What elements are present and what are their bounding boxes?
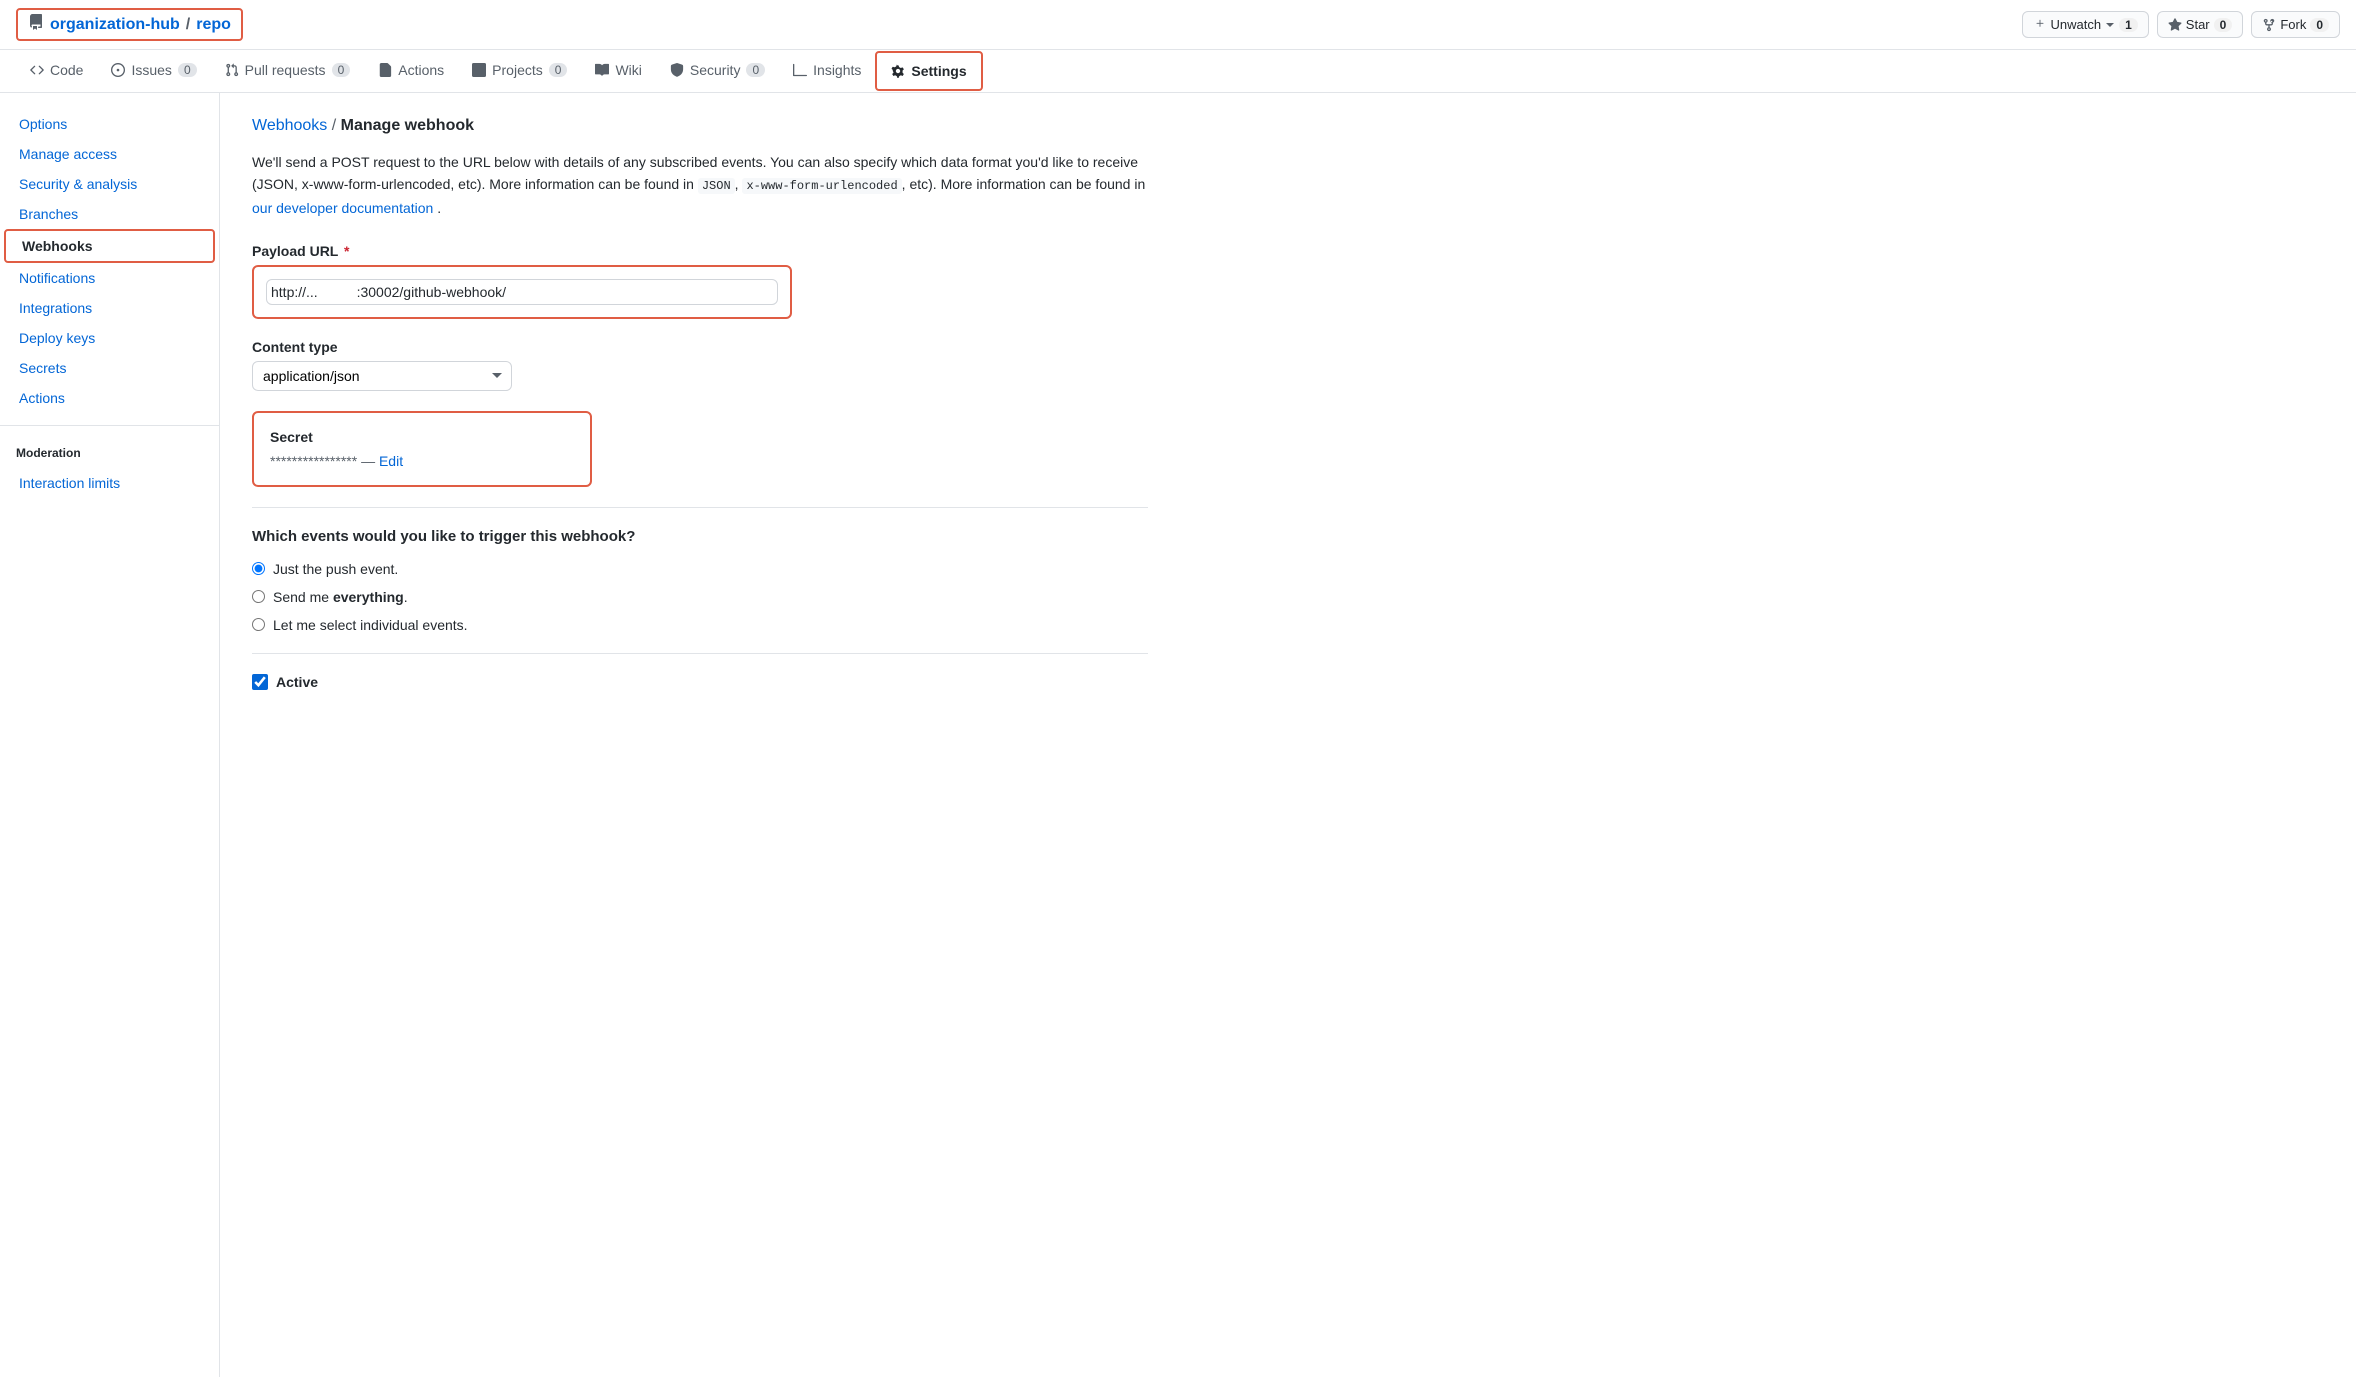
radio-individual-label: Let me select individual events. xyxy=(273,617,468,633)
developer-docs-link[interactable]: our developer documentation xyxy=(252,200,433,216)
repo-org: organization-hub xyxy=(50,16,180,34)
sidebar-item-manage-access[interactable]: Manage access xyxy=(0,139,219,169)
tab-security[interactable]: Security 0 xyxy=(656,50,779,92)
repo-sep: / xyxy=(186,16,190,34)
secret-edit-link[interactable]: Edit xyxy=(379,453,403,469)
secret-value: **************** — Edit xyxy=(270,453,574,469)
sidebar-item-options[interactable]: Options xyxy=(0,109,219,139)
tab-security-label: Security xyxy=(690,62,741,78)
star-button[interactable]: Star 0 xyxy=(2157,11,2244,38)
radio-individual-input[interactable] xyxy=(252,618,265,631)
content-type-group: Content type application/json applicatio… xyxy=(252,339,1148,391)
radio-group: Just the push event. Send me everything.… xyxy=(252,561,1148,633)
required-star: * xyxy=(344,243,349,259)
radio-send-everything[interactable]: Send me everything. xyxy=(252,589,1148,605)
tab-projects-label: Projects xyxy=(492,62,543,78)
radio-everything-input[interactable] xyxy=(252,590,265,603)
description-code-json: JSON xyxy=(698,178,735,194)
tab-issues-label: Issues xyxy=(131,62,171,78)
sidebar-moderation-section: Moderation Interaction limits xyxy=(0,438,219,498)
main-layout: Options Manage access Security & analysi… xyxy=(0,93,2356,1377)
star-label: Star xyxy=(2186,17,2210,32)
tab-pr-count: 0 xyxy=(332,63,351,77)
sidebar-moderation-title: Moderation xyxy=(0,438,219,468)
fork-count: 0 xyxy=(2310,18,2329,32)
nav-tabs: Code Issues 0 Pull requests 0 Actions Pr… xyxy=(0,50,2356,93)
events-title: Which events would you like to trigger t… xyxy=(252,528,1148,545)
tab-wiki[interactable]: Wiki xyxy=(581,50,655,92)
topbar: organization-hub / repo Unwatch 1 Star 0… xyxy=(0,0,2356,50)
sidebar: Options Manage access Security & analysi… xyxy=(0,93,220,1377)
tab-projects[interactable]: Projects 0 xyxy=(458,50,581,92)
sidebar-main-section: Options Manage access Security & analysi… xyxy=(0,109,219,413)
secret-box: Secret **************** — Edit xyxy=(252,411,592,487)
radio-everything-label: Send me everything. xyxy=(273,589,408,605)
sidebar-item-secrets[interactable]: Secrets xyxy=(0,353,219,383)
topbar-left: organization-hub / repo xyxy=(16,8,243,41)
tab-code[interactable]: Code xyxy=(16,50,97,92)
unwatch-label: Unwatch xyxy=(2051,17,2102,32)
tab-insights-label: Insights xyxy=(813,62,861,78)
tab-issues[interactable]: Issues 0 xyxy=(97,50,210,92)
section-divider-2 xyxy=(252,653,1148,654)
secret-dots: **************** xyxy=(270,453,357,469)
breadcrumb-webhooks-link[interactable]: Webhooks xyxy=(252,117,327,134)
tab-pull-requests[interactable]: Pull requests 0 xyxy=(211,50,365,92)
star-count: 0 xyxy=(2214,18,2233,32)
payload-url-input[interactable] xyxy=(266,279,778,305)
tab-pr-label: Pull requests xyxy=(245,62,326,78)
tab-issues-count: 0 xyxy=(178,63,197,77)
tab-settings-label: Settings xyxy=(911,63,966,79)
breadcrumb: Webhooks / Manage webhook xyxy=(252,117,1148,135)
tab-settings[interactable]: Settings xyxy=(875,51,982,91)
tab-projects-count: 0 xyxy=(549,63,568,77)
section-divider xyxy=(252,507,1148,508)
unwatch-count: 1 xyxy=(2119,18,2138,32)
radio-just-push[interactable]: Just the push event. xyxy=(252,561,1148,577)
sidebar-item-webhooks[interactable]: Webhooks xyxy=(4,229,215,263)
active-section: Active xyxy=(252,674,1148,690)
tab-wiki-label: Wiki xyxy=(615,62,641,78)
topbar-actions: Unwatch 1 Star 0 Fork 0 xyxy=(2022,11,2340,38)
breadcrumb-sep: / xyxy=(332,117,341,134)
sidebar-item-branches[interactable]: Branches xyxy=(0,199,219,229)
tab-code-label: Code xyxy=(50,62,83,78)
description-period: . xyxy=(437,200,441,216)
fork-button[interactable]: Fork 0 xyxy=(2251,11,2340,38)
radio-individual[interactable]: Let me select individual events. xyxy=(252,617,1148,633)
sidebar-item-notifications[interactable]: Notifications xyxy=(0,263,219,293)
repo-breadcrumb[interactable]: organization-hub / repo xyxy=(16,8,243,41)
content-type-select[interactable]: application/json application/x-www-form-… xyxy=(252,361,512,391)
payload-url-label: Payload URL * xyxy=(252,243,1148,259)
breadcrumb-current: Manage webhook xyxy=(341,117,474,134)
secret-dash: — xyxy=(361,453,379,469)
description-code-urlencoded: x-www-form-urlencoded xyxy=(742,178,901,194)
repo-name: repo xyxy=(196,16,231,34)
radio-just-push-input[interactable] xyxy=(252,562,265,575)
tab-insights[interactable]: Insights xyxy=(779,50,875,92)
sidebar-item-integrations[interactable]: Integrations xyxy=(0,293,219,323)
sidebar-item-actions[interactable]: Actions xyxy=(0,383,219,413)
secret-label: Secret xyxy=(270,429,574,445)
tab-security-count: 0 xyxy=(746,63,765,77)
description-text: We'll send a POST request to the URL bel… xyxy=(252,151,1148,219)
sidebar-item-deploy-keys[interactable]: Deploy keys xyxy=(0,323,219,353)
tab-actions-label: Actions xyxy=(398,62,444,78)
tab-actions[interactable]: Actions xyxy=(364,50,458,92)
active-checkbox[interactable] xyxy=(252,674,268,690)
description-etc: etc). More information can be found in xyxy=(909,176,1145,192)
sidebar-divider xyxy=(0,425,219,426)
main-content: Webhooks / Manage webhook We'll send a P… xyxy=(220,93,1180,1377)
sidebar-item-security-analysis[interactable]: Security & analysis xyxy=(0,169,219,199)
unwatch-button[interactable]: Unwatch 1 xyxy=(2022,11,2149,38)
active-label: Active xyxy=(276,674,318,690)
repo-icon xyxy=(28,14,44,35)
payload-url-box xyxy=(252,265,792,319)
radio-just-push-label: Just the push event. xyxy=(273,561,398,577)
payload-url-group: Payload URL * xyxy=(252,243,1148,319)
sidebar-item-interaction-limits[interactable]: Interaction limits xyxy=(0,468,219,498)
fork-label: Fork xyxy=(2280,17,2306,32)
content-type-label: Content type xyxy=(252,339,1148,355)
